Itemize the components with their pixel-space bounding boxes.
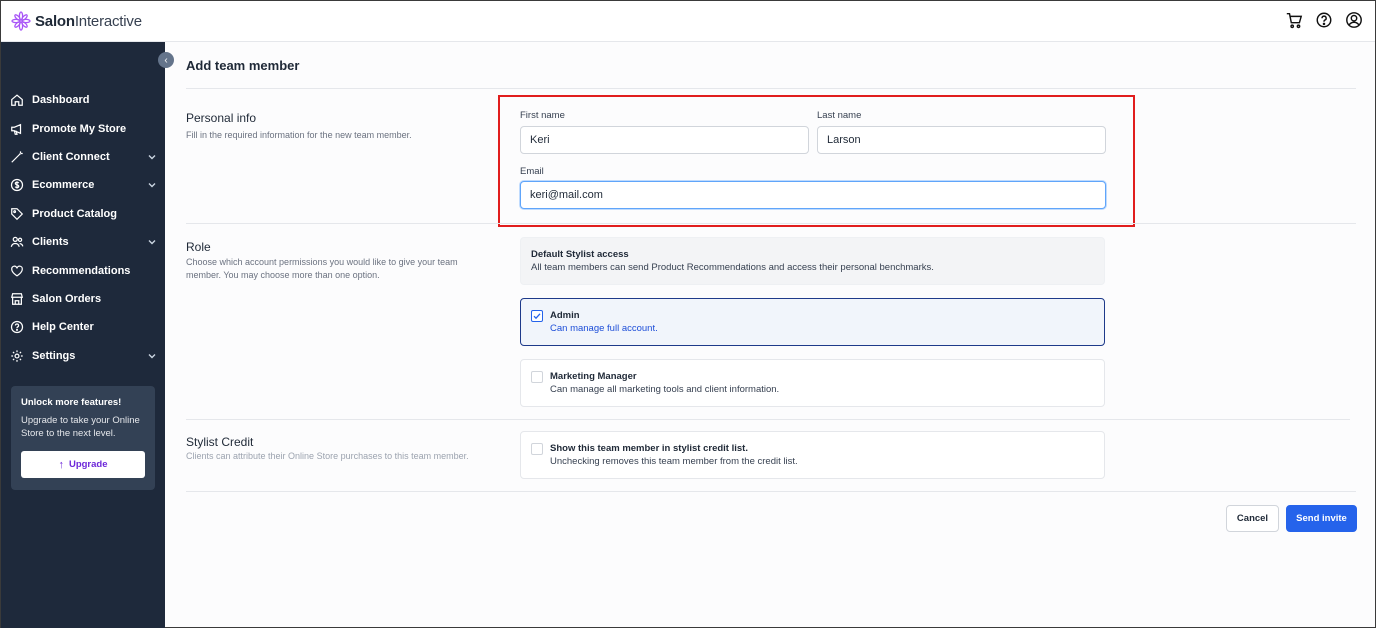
stylist-credit-title: Stylist Credit [186, 435, 254, 449]
divider [186, 223, 1356, 224]
chevron-down-icon [148, 183, 156, 188]
heart-icon [10, 264, 24, 278]
sidebar-nav: Dashboard Promote My Store Client Connec… [1, 86, 165, 370]
sidebar-item-promote-my-store[interactable]: Promote My Store [1, 114, 165, 142]
sidebar-item-ecommerce[interactable]: Ecommerce [1, 171, 165, 199]
divider [186, 491, 1356, 492]
upgrade-button-label: Upgrade [68, 459, 108, 470]
upgrade-title: Unlock more features! [21, 397, 122, 408]
page-title: Add team member [186, 58, 300, 73]
dollar-icon [10, 178, 24, 192]
stylist-credit-checkbox[interactable] [531, 443, 543, 455]
brand-name: SalonInteractive [35, 13, 142, 30]
account-icon[interactable] [1345, 11, 1363, 29]
wand-icon [10, 150, 24, 164]
personal-info-desc: Fill in the required information for the… [186, 130, 412, 140]
stylist-credit-option[interactable]: Show this team member in stylist credit … [520, 431, 1105, 479]
cart-icon[interactable] [1285, 11, 1303, 29]
chevron-down-icon [148, 353, 156, 359]
stylist-credit-desc: Clients can attribute their Online Store… [186, 451, 469, 461]
marketing-manager-title: Marketing Manager [550, 371, 637, 382]
sidebar-item-clients[interactable]: Clients [1, 228, 165, 256]
role-title: Role [186, 240, 211, 254]
divider [186, 419, 1350, 420]
sidebar-item-label: Dashboard [32, 94, 90, 107]
main-content: Add team member Personal info Fill in th… [165, 42, 1375, 627]
brand-flower-icon [11, 11, 31, 31]
help-icon[interactable] [1315, 11, 1333, 29]
sidebar-item-settings[interactable]: Settings [1, 342, 165, 370]
sidebar-item-product-catalog[interactable]: Product Catalog [1, 200, 165, 228]
sidebar-item-label: Product Catalog [32, 207, 117, 220]
upgrade-card: Unlock more features! Upgrade to take yo… [11, 386, 155, 490]
sidebar-item-salon-orders[interactable]: Salon Orders [1, 285, 165, 313]
stylist-credit-option-desc: Unchecking removes this team member from… [550, 456, 798, 467]
marketing-manager-role-option[interactable]: Marketing Manager Can manage all marketi… [520, 359, 1105, 407]
brand-name-bold: Salon [35, 12, 75, 30]
default-stylist-access-card: Default Stylist access All team members … [520, 237, 1105, 285]
sidebar: Dashboard Promote My Store Client Connec… [1, 42, 165, 628]
sidebar-item-label: Recommendations [32, 264, 131, 277]
sidebar-item-label: Clients [32, 236, 69, 249]
sidebar-item-label: Client Connect [32, 150, 110, 163]
admin-title: Admin [550, 310, 580, 321]
role-desc: Choose which account permissions you wou… [186, 257, 458, 280]
stylist-credit-option-title: Show this team member in stylist credit … [550, 443, 748, 454]
help-circle-icon [10, 320, 24, 334]
marketing-manager-checkbox[interactable] [531, 371, 543, 383]
arrow-up-icon: ↑ [58, 458, 64, 471]
sidebar-item-label: Salon Orders [32, 292, 102, 305]
upgrade-button[interactable]: ↑ Upgrade [21, 451, 145, 478]
marketing-manager-desc: Can manage all marketing tools and clien… [550, 384, 780, 395]
tag-icon [10, 207, 24, 221]
chevron-down-icon [148, 239, 156, 245]
brand-name-light: Interactive [74, 12, 142, 30]
admin-desc: Can manage full account. [550, 323, 658, 334]
home-icon [10, 93, 24, 107]
sidebar-item-label: Ecommerce [32, 179, 95, 192]
collapse-sidebar-button[interactable]: ‹ [158, 52, 174, 68]
highlight-box [498, 95, 1135, 227]
check-icon [533, 313, 541, 320]
divider [186, 88, 1356, 89]
sidebar-item-help-center[interactable]: Help Center [1, 313, 165, 341]
admin-checkbox[interactable] [531, 310, 543, 322]
admin-role-option[interactable]: Admin Can manage full account. [520, 298, 1105, 346]
users-icon [10, 235, 24, 249]
top-bar: SalonInteractive [1, 1, 1375, 42]
sidebar-item-label: Promote My Store [32, 122, 127, 135]
gear-icon [10, 349, 24, 363]
logo[interactable]: SalonInteractive [11, 11, 142, 31]
megaphone-icon [10, 122, 24, 136]
send-invite-button[interactable]: Send invite [1286, 505, 1357, 532]
sidebar-item-dashboard[interactable]: Dashboard [1, 86, 165, 114]
default-stylist-title: Default Stylist access [531, 249, 629, 260]
personal-info-title: Personal info [186, 111, 257, 125]
sidebar-item-client-connect[interactable]: Client Connect [1, 143, 165, 171]
chevron-down-icon [148, 154, 156, 160]
sidebar-item-label: Help Center [32, 321, 94, 334]
sidebar-item-recommendations[interactable]: Recommendations [1, 256, 165, 284]
sidebar-item-label: Settings [32, 349, 76, 362]
cancel-button[interactable]: Cancel [1226, 505, 1279, 532]
chevron-left-icon: ‹ [164, 54, 168, 66]
upgrade-text: Upgrade to take your Online Store to the… [21, 415, 140, 439]
default-stylist-desc: All team members can send Product Recomm… [531, 262, 934, 273]
store-icon [10, 292, 24, 306]
